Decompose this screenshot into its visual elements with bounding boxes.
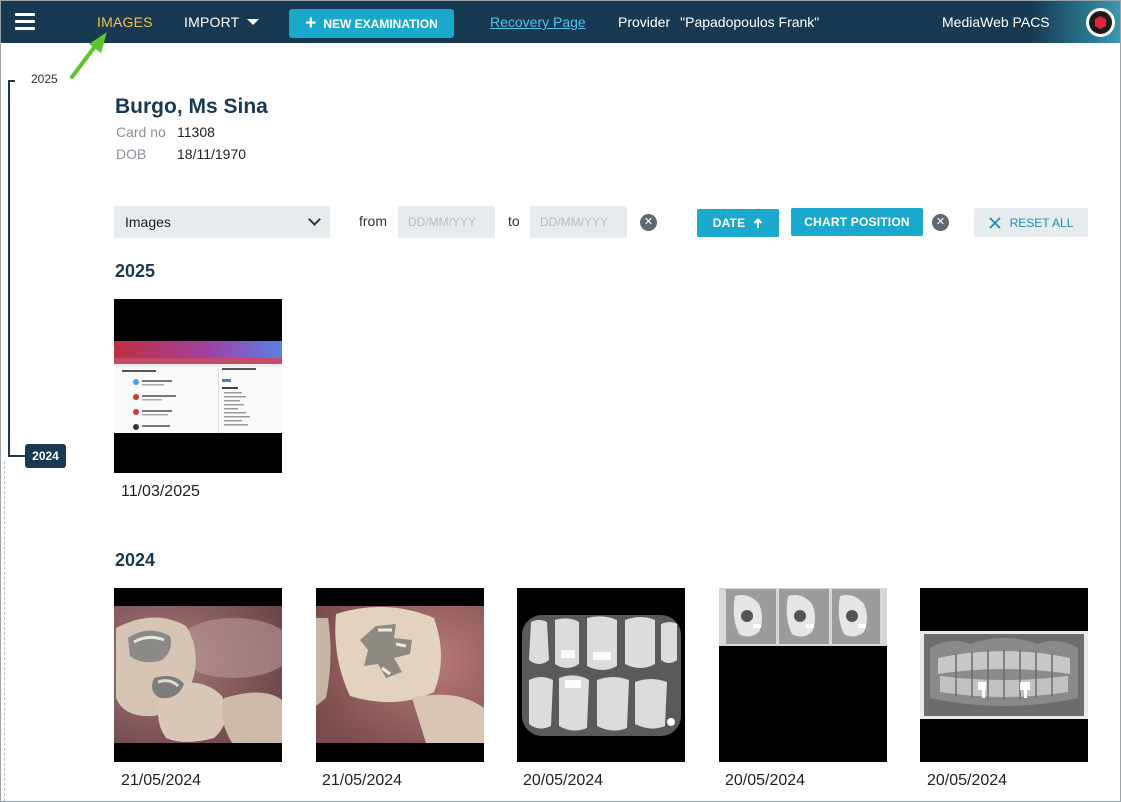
- sort-date-label: DATE: [712, 216, 746, 230]
- provider-info: Provider "Papadopoulos Frank": [618, 14, 819, 30]
- from-date-input[interactable]: [398, 206, 495, 238]
- reset-all-label: RESET ALL: [1009, 215, 1074, 230]
- dob-label: DOB: [116, 146, 147, 162]
- provider-label: Provider: [618, 14, 671, 30]
- image-thumbnail[interactable]: [114, 588, 282, 762]
- timeline-year-2025[interactable]: 2025: [31, 72, 58, 86]
- timeline-dashed: [4, 461, 5, 801]
- nav-import-label: IMPORT: [184, 14, 240, 30]
- image-thumbnail[interactable]: [316, 588, 484, 762]
- cephalometric-xrays-image: [719, 588, 887, 762]
- chevron-down-icon: [308, 213, 321, 226]
- provider-name: "Papadopoulos Frank": [680, 14, 820, 30]
- image-thumbnail[interactable]: [719, 588, 887, 762]
- to-date-input[interactable]: [530, 206, 627, 238]
- clear-chart-position-icon[interactable]: ✕: [932, 214, 949, 231]
- timeline-tick: [8, 80, 15, 82]
- annotation-arrow: [70, 32, 107, 79]
- image-thumbnail[interactable]: [114, 299, 282, 473]
- menu-icon[interactable]: [15, 13, 35, 31]
- year-heading-2024: 2024: [115, 550, 156, 570]
- card-no-label: Card no: [116, 124, 166, 140]
- reset-all-button[interactable]: RESET ALL: [974, 208, 1088, 237]
- new-examination-button[interactable]: + NEW EXAMINATION: [289, 9, 454, 38]
- to-label: to: [508, 213, 520, 229]
- plus-icon: +: [305, 13, 317, 34]
- thumbnail-date: 21/05/2024: [121, 772, 202, 789]
- arrow-up-icon: [754, 217, 763, 228]
- dob-value: 18/11/1970: [177, 146, 247, 162]
- timeline-line: [8, 81, 10, 456]
- timeline-tick: [8, 455, 26, 457]
- nav-images[interactable]: IMAGES: [97, 14, 153, 30]
- bitewing-xray-image: [517, 588, 685, 762]
- screenshot-thumbnail-image: [114, 299, 282, 473]
- caret-down-icon: [247, 19, 260, 25]
- media-type-select[interactable]: Images: [114, 206, 330, 238]
- sort-date-button[interactable]: DATE: [697, 209, 779, 237]
- card-no-value: 11308: [177, 124, 215, 140]
- thumbnail-date: 11/03/2025: [121, 483, 200, 500]
- top-bar: IMAGES IMPORT + NEW EXAMINATION Recovery …: [1, 1, 1120, 43]
- logo-icon[interactable]: [1086, 8, 1115, 37]
- image-thumbnail[interactable]: [920, 588, 1088, 762]
- year-heading-2025: 2025: [115, 261, 156, 281]
- app-window: IMAGES IMPORT + NEW EXAMINATION Recovery …: [0, 0, 1121, 802]
- new-examination-label: NEW EXAMINATION: [323, 16, 438, 31]
- recovery-page-link[interactable]: Recovery Page: [490, 14, 586, 30]
- panoramic-xray-image: [920, 588, 1088, 762]
- thumbnail-date: 20/05/2024: [927, 772, 1008, 789]
- from-label: from: [359, 213, 387, 229]
- intraoral-photo-image: [316, 588, 484, 762]
- chart-position-button[interactable]: CHART POSITION: [791, 208, 923, 236]
- nav-import[interactable]: IMPORT: [184, 14, 260, 30]
- timeline-year-2024[interactable]: 2024: [25, 444, 66, 468]
- close-icon: [988, 216, 1001, 229]
- clear-dates-icon[interactable]: ✕: [640, 214, 657, 231]
- app-name: MediaWeb PACS: [942, 14, 1050, 30]
- intraoral-photo-image: [114, 588, 282, 762]
- image-thumbnail[interactable]: [517, 588, 685, 762]
- thumbnail-date: 21/05/2024: [322, 772, 403, 789]
- thumbnail-date: 20/05/2024: [523, 772, 604, 789]
- media-type-value: Images: [125, 214, 171, 230]
- thumbnail-date: 20/05/2024: [725, 772, 806, 789]
- patient-name: Burgo, Ms Sina: [115, 95, 268, 118]
